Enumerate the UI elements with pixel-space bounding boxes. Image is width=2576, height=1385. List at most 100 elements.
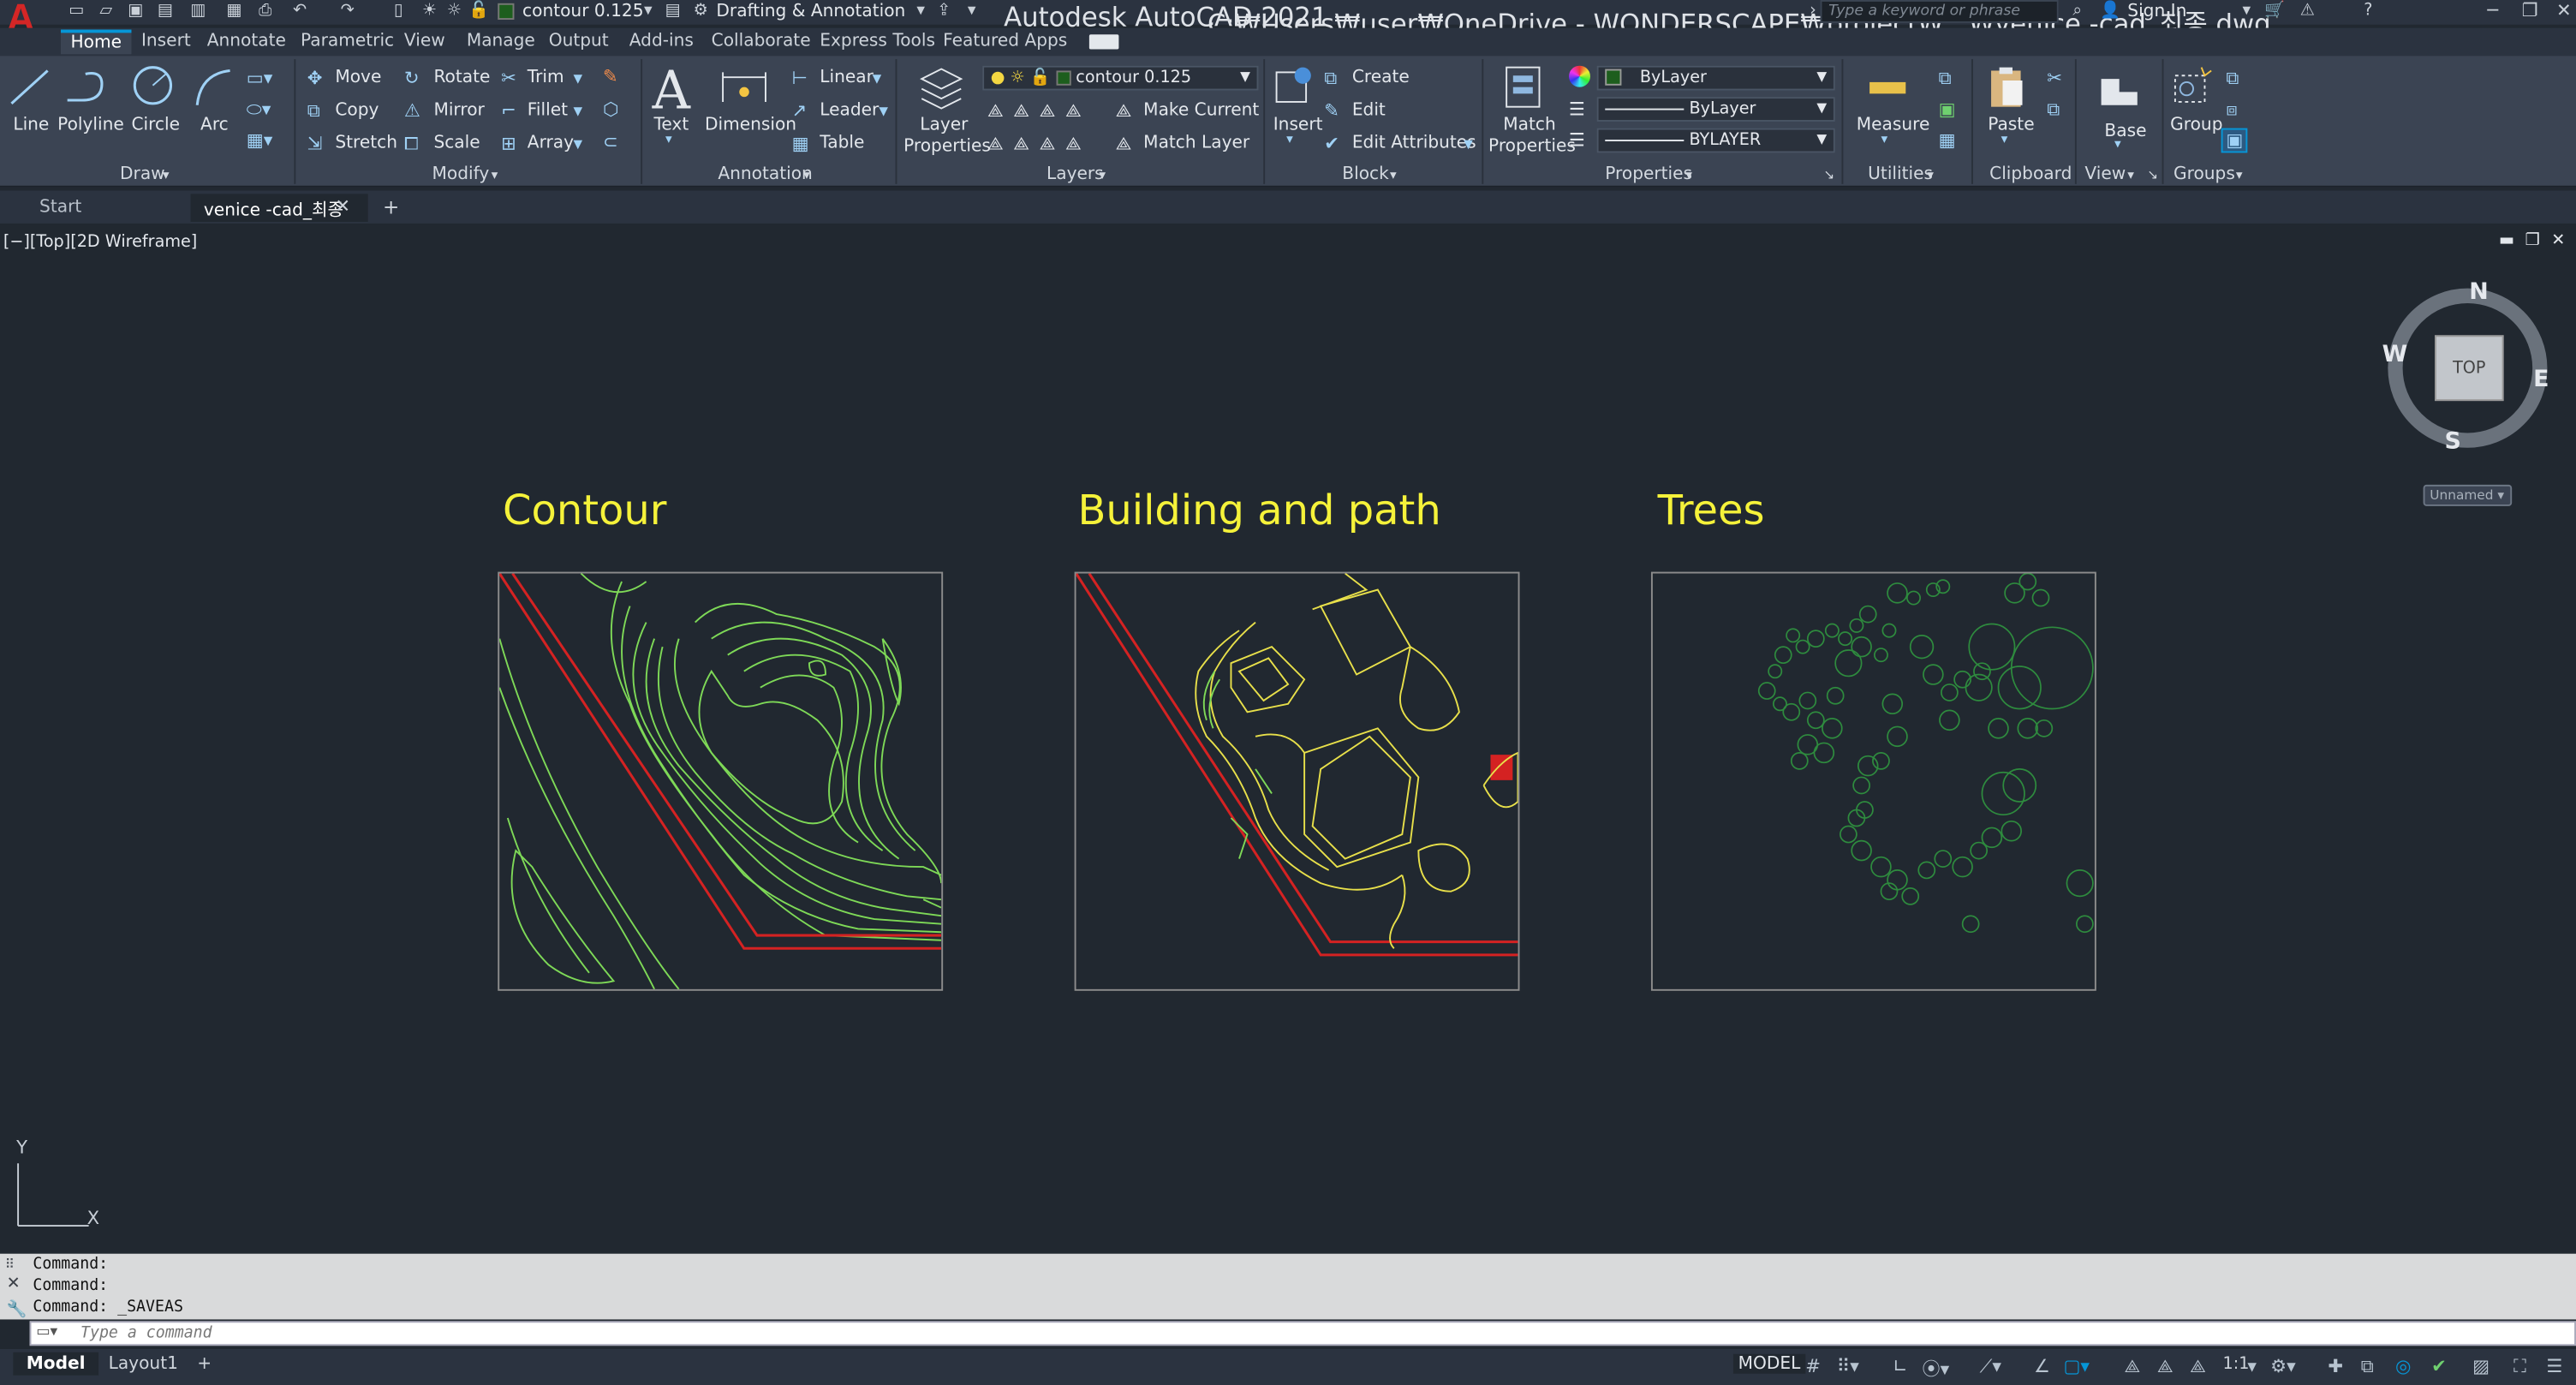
chevron-down-icon[interactable]: ▾ [910, 2, 932, 21]
ribbon-minimize-toggle[interactable] [1088, 34, 1119, 50]
scale-button[interactable]: Scale [433, 133, 480, 152]
chevron-down-icon[interactable]: ▾ [492, 168, 498, 182]
chevron-down-icon[interactable]: ▾ [1390, 168, 1397, 182]
ungroup-icon[interactable]: ⧉ [2226, 68, 2239, 91]
panel-launcher-icon[interactable]: ↘ [1823, 168, 1834, 182]
select-all-icon[interactable]: ▣ [1939, 99, 1956, 120]
block-panel-title[interactable]: Block [1342, 164, 1388, 184]
share-icon[interactable]: ⇪ [933, 2, 955, 21]
tab-parametric[interactable]: Parametric [291, 30, 404, 55]
compass-west[interactable]: W [2382, 342, 2408, 368]
copy-clip-icon[interactable]: ⧉ [2047, 99, 2060, 122]
linear-dimension-button[interactable]: Linear [820, 68, 874, 87]
compass-north[interactable]: N [2469, 279, 2488, 306]
annotation-scale-value[interactable]: 1:1 [2223, 1356, 2250, 1374]
workspace-switcher[interactable]: Drafting & Annotation [716, 2, 905, 21]
snap-icon[interactable]: ⠿▾ [1837, 1356, 1859, 1377]
modify-panel-title[interactable]: Modify [432, 164, 490, 184]
layer-dropdown[interactable]: ● ☼ 🔓 contour 0.125 ▼ [982, 65, 1259, 91]
tab-insert[interactable]: Insert [131, 30, 200, 55]
new-file-icon[interactable]: ▭ [66, 2, 87, 21]
rotate-button[interactable]: Rotate [433, 68, 490, 87]
group-selection-toggle-icon[interactable]: ▣ [2221, 128, 2249, 153]
graphics-icon[interactable]: ▨ [2472, 1356, 2490, 1377]
polar-icon[interactable]: ⦿▾ [1922, 1356, 1949, 1382]
save-as-icon[interactable]: ▤ [154, 2, 176, 21]
polyline-button[interactable]: Polyline [57, 115, 124, 134]
open-web-icon[interactable]: ▥ [188, 2, 209, 21]
panel-launcher-icon[interactable]: ↘ [2147, 168, 2158, 182]
command-prompt-icon[interactable]: ▭▾ [36, 1324, 57, 1340]
close-icon[interactable]: ✕ [2556, 0, 2572, 21]
tab-add-ins[interactable]: Add-ins [619, 30, 703, 55]
tab-view[interactable]: View [394, 30, 455, 55]
chevron-down-icon[interactable]: ▾ [1881, 131, 1888, 146]
hardware-acceleration-icon[interactable]: ◎ [2395, 1356, 2411, 1377]
chevron-down-icon[interactable]: ▾ [1685, 168, 1692, 182]
chevron-down-icon[interactable]: ▾ [1099, 168, 1106, 182]
circle-button[interactable]: Circle [131, 115, 180, 134]
trim-button[interactable]: Trim [528, 68, 564, 87]
wrench-icon[interactable]: 🔧 [7, 1301, 27, 1319]
building-and-path-drawing[interactable] [1074, 571, 1520, 991]
move-button[interactable]: Move [335, 68, 381, 87]
object-snap-tracking-icon[interactable]: ∠ [2034, 1356, 2050, 1377]
redo-icon[interactable]: ↷ [337, 2, 358, 21]
chevron-down-icon[interactable]: ▾ [574, 68, 583, 89]
color-wheel-icon[interactable] [1569, 65, 1590, 87]
stretch-button[interactable]: Stretch [335, 133, 397, 152]
group-edit-icon[interactable]: ⧈ [2226, 99, 2237, 122]
layer-properties-label-1[interactable]: Layer [920, 115, 968, 134]
chevron-down-icon[interactable]: ▾ [1286, 131, 1293, 146]
mirror-button[interactable]: Mirror [433, 100, 484, 120]
properties-panel-title[interactable]: Properties [1605, 164, 1692, 184]
chevron-down-icon[interactable]: ▾ [2236, 168, 2243, 182]
chevron-down-icon[interactable]: ▾ [574, 100, 583, 122]
user-icon[interactable]: 👤 [2100, 2, 2121, 21]
start-tab[interactable]: Start [27, 194, 188, 222]
copy-button[interactable]: Copy [335, 100, 379, 120]
array-button[interactable]: Array [528, 133, 574, 152]
dimension-button[interactable]: Dimension [705, 115, 796, 134]
match-layer-button[interactable]: Match Layer [1143, 133, 1249, 152]
annotation-visibility-icon[interactable]: ⟁ [2124, 1356, 2140, 1379]
edit-attributes-button[interactable]: Edit Attributes [1352, 133, 1476, 152]
match-properties-label-1[interactable]: Match [1503, 115, 1555, 134]
minimize-icon[interactable]: ─ [2487, 0, 2498, 21]
draw-panel-title[interactable]: Draw [120, 164, 165, 184]
save-icon[interactable]: ▣ [125, 2, 146, 21]
quick-layer-dropdown[interactable]: contour 0.125 [522, 2, 644, 21]
sun-icon[interactable]: ☼ [444, 2, 465, 21]
base-button[interactable]: Base [2104, 122, 2146, 141]
viewport-controls[interactable]: [−][Top][2D Wireframe] [3, 233, 197, 251]
grid-icon[interactable]: # [1805, 1356, 1821, 1377]
cart-icon[interactable]: 🛒 [2264, 2, 2286, 21]
a360-icon[interactable]: ⚠ [2297, 2, 2318, 21]
annotation-scale-icon[interactable]: ⟁ [2190, 1356, 2206, 1379]
model-space-button[interactable]: MODEL [1732, 1353, 1806, 1374]
measure-button[interactable]: Measure [1857, 115, 1930, 134]
hatch-icon[interactable]: ⬭▾ [247, 99, 271, 122]
utilities-panel-title[interactable]: Utilities [1868, 164, 1933, 184]
new-tab-icon[interactable]: + [383, 195, 399, 218]
model-layout-tab[interactable]: Model [13, 1352, 98, 1376]
explode-icon[interactable]: ⬡ [603, 99, 618, 120]
chevron-down-icon[interactable]: ▾ [574, 133, 583, 154]
chevron-down-icon[interactable]: ▾ [163, 168, 170, 182]
save-web-icon[interactable]: ▦ [224, 2, 245, 21]
chevron-down-icon[interactable]: ▾ [2127, 168, 2134, 182]
ortho-icon[interactable]: ∟ [1893, 1356, 1908, 1377]
chevron-down-icon[interactable]: ▾ [879, 100, 888, 122]
object-snap-icon[interactable]: ▢▾ [2063, 1356, 2090, 1377]
offset-icon[interactable]: ⊂ [603, 131, 618, 152]
isolate-icon[interactable]: ⧉ [2361, 1356, 2374, 1379]
insert-button[interactable]: Insert [1273, 115, 1323, 134]
command-input[interactable]: Type a command [29, 1321, 2576, 1346]
plot-icon[interactable]: ⎙ [254, 2, 276, 21]
chevron-down-icon[interactable]: ▾ [665, 131, 672, 146]
gear-icon[interactable]: ⚙▾ [2270, 1356, 2296, 1377]
create-block-button[interactable]: Create [1352, 68, 1410, 87]
fullscreen-icon[interactable]: ⛶ [2513, 1356, 2526, 1379]
tab-annotate[interactable]: Annotate [197, 30, 295, 55]
close-command-icon[interactable]: ✕ [7, 1275, 21, 1293]
